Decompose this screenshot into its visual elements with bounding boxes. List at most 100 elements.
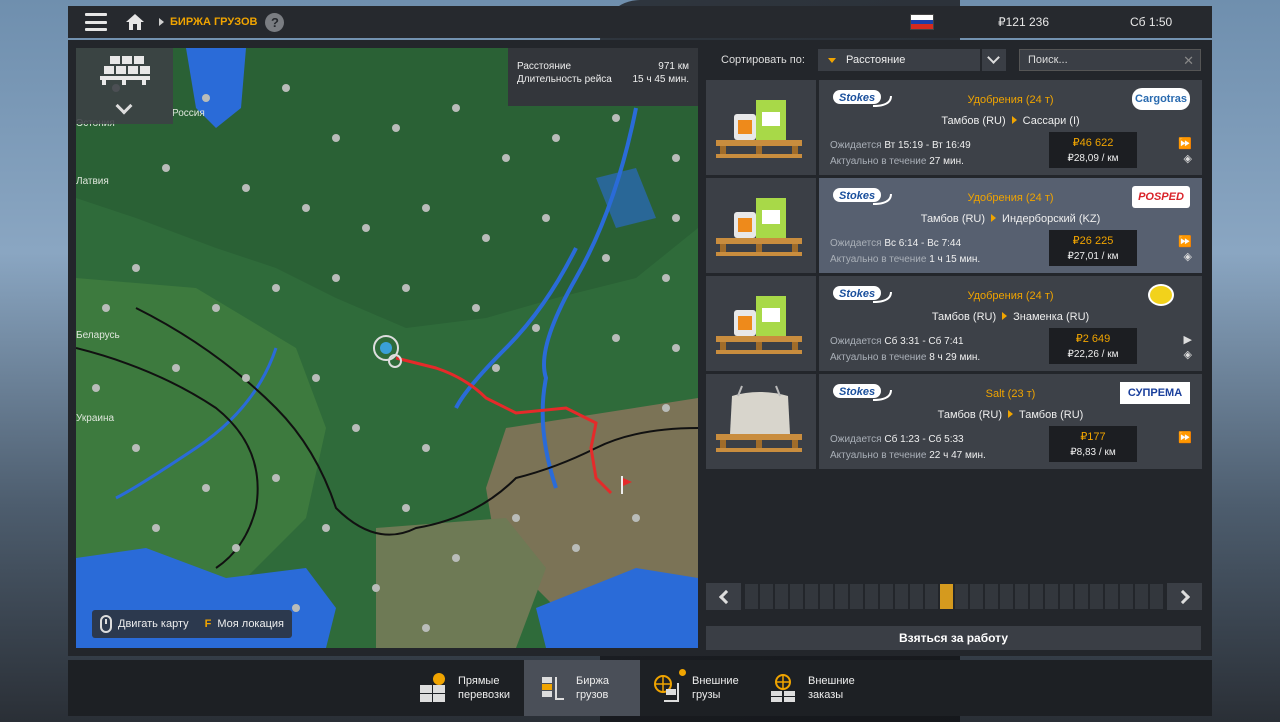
distance-label: Расстояние — [517, 61, 572, 72]
fertilizer-cargo-icon — [706, 276, 816, 371]
map-label-belarus: Беларусь — [76, 330, 120, 341]
page-indicator[interactable] — [865, 584, 878, 609]
page-indicator[interactable] — [790, 584, 803, 609]
page-indicator[interactable] — [745, 584, 758, 609]
move-map-label[interactable]: Двигать карту — [118, 618, 189, 630]
price-total: ₽177 — [1080, 431, 1106, 443]
chevron-down-icon[interactable] — [982, 49, 1006, 71]
cargo-panel-toggle[interactable] — [76, 48, 173, 124]
route-from: Тамбов (RU) — [920, 213, 986, 225]
page-indicator[interactable] — [1030, 584, 1043, 609]
help-button[interactable]: ? — [265, 12, 285, 32]
page-indicator[interactable] — [835, 584, 848, 609]
expected-time: Вт 15:19 - Вт 16:49 — [884, 140, 971, 151]
duration-label: Длительность рейса — [517, 74, 612, 85]
page-indicator[interactable] — [940, 584, 953, 609]
next-page-button[interactable] — [1167, 583, 1202, 610]
job-schedule: Ожидается Вт 15:19 - Вт 16:49 Актуально … — [830, 138, 971, 170]
job-card[interactable]: Stokes Удобрения (24 т) Тамбов (RU) Знаме… — [706, 276, 1202, 371]
page-indicator[interactable] — [895, 584, 908, 609]
route-to: Знаменка (RU) — [1013, 311, 1090, 323]
fast-forward-icon: ⏩ — [1178, 432, 1192, 444]
job-card[interactable]: Stokes Удобрения (24 т) POSPED Тамбов (R… — [706, 178, 1202, 273]
page-indicator[interactable] — [1045, 584, 1058, 609]
page-indicator[interactable] — [775, 584, 788, 609]
menu-icon[interactable] — [85, 13, 107, 31]
route-from: Тамбов (RU) — [931, 311, 997, 323]
fertilizer-cargo-icon — [706, 178, 816, 273]
tab-external-contracts[interactable]: Внешние заказы — [756, 660, 872, 716]
job-schedule: Ожидается Сб 3:31 - Сб 7:41 Актуально в … — [830, 334, 980, 366]
job-info[interactable]: Stokes Удобрения (24 т) Cargotras Тамбов… — [819, 80, 1202, 175]
page-indicator[interactable] — [760, 584, 773, 609]
tab-direct-freight[interactable]: Прямые перевозки — [406, 660, 522, 716]
route-to: Сассари (I) — [1022, 115, 1080, 127]
tab-freight-market[interactable]: Биржа грузов — [524, 660, 640, 716]
sort-dropdown[interactable]: Расстояние — [818, 49, 980, 71]
company-logo: Cargotras — [1132, 88, 1190, 110]
main-panel: Эстония Россия Латвия Беларусь Украина Р… — [68, 40, 1212, 656]
company-logo — [1148, 284, 1174, 306]
chevron-down-icon — [115, 97, 133, 115]
duration-value: 15 ч 45 мин. — [632, 74, 689, 85]
job-schedule: Ожидается Сб 1:23 - Сб 5:33 Актуально в … — [830, 432, 986, 464]
route-from: Тамбов (RU) — [937, 409, 1002, 421]
sort-label: Сортировать по: — [721, 54, 805, 66]
expected-label: Ожидается — [830, 140, 882, 151]
job-price: ₽46 622 ₽28,09 / км — [1049, 132, 1137, 168]
sort-selected: Расстояние — [846, 54, 906, 66]
my-location-label[interactable]: Моя локация — [217, 618, 284, 630]
route-map[interactable]: Эстония Россия Латвия Беларусь Украина Р… — [76, 48, 698, 648]
page-indicator[interactable] — [1150, 584, 1163, 609]
expected-label: Ожидается — [830, 434, 882, 445]
page-indicator[interactable] — [970, 584, 983, 609]
tab-external-cargo[interactable]: Внешние грузы — [640, 660, 756, 716]
page-indicator[interactable] — [910, 584, 923, 609]
page-indicator[interactable] — [1105, 584, 1118, 609]
page-indicator[interactable] — [850, 584, 863, 609]
page-indicator[interactable] — [880, 584, 893, 609]
search-input[interactable]: Поиск... ✕ — [1019, 49, 1201, 71]
route-from: Тамбов (RU) — [941, 115, 1006, 127]
valid-label: Актуально в течение — [830, 254, 927, 265]
page-indicator[interactable] — [1075, 584, 1088, 609]
page-indicator[interactable] — [1015, 584, 1028, 609]
money-balance: ₽121 236 — [998, 15, 1050, 29]
pallet-boxes-icon — [100, 56, 150, 85]
sort-direction-icon — [828, 57, 836, 63]
page-indicator[interactable] — [820, 584, 833, 609]
job-card[interactable]: Stokes Salt (23 т) СУПРЕМА Тамбов (RU) Та… — [706, 374, 1202, 469]
job-info[interactable]: Stokes Удобрения (24 т) Тамбов (RU) Знаме… — [819, 276, 1202, 371]
fertilizer-cargo-icon — [706, 80, 816, 175]
prev-page-button[interactable] — [706, 583, 741, 610]
job-info[interactable]: Stokes Salt (23 т) СУПРЕМА Тамбов (RU) Та… — [819, 374, 1202, 469]
mouse-icon — [100, 615, 112, 633]
take-job-button[interactable]: Взяться за работу — [706, 626, 1201, 650]
search-placeholder: Поиск... — [1028, 54, 1068, 66]
job-info[interactable]: Stokes Удобрения (24 т) POSPED Тамбов (R… — [819, 178, 1202, 273]
page-indicator[interactable] — [925, 584, 938, 609]
breadcrumb[interactable]: БИРЖА ГРУЗОВ — [170, 16, 257, 28]
page-indicator[interactable] — [985, 584, 998, 609]
cargo-name: Удобрения (24 т) — [967, 290, 1054, 302]
valid-label: Актуально в течение — [830, 352, 927, 363]
page-indicator[interactable] — [805, 584, 818, 609]
page-indicator[interactable] — [1000, 584, 1013, 609]
home-icon[interactable] — [125, 13, 145, 31]
fast-forward-icon: ⏩ — [1178, 138, 1192, 150]
valid-time: 1 ч 15 мин. — [929, 254, 981, 265]
page-indicator[interactable] — [1120, 584, 1133, 609]
route-arrow-icon — [1011, 116, 1017, 124]
page-indicator[interactable] — [955, 584, 968, 609]
page-indicator[interactable] — [1060, 584, 1073, 609]
job-card[interactable]: Stokes Удобрения (24 т) Cargotras Тамбов… — [706, 80, 1202, 175]
destination-flag-icon — [621, 476, 623, 494]
price-per-km: ₽8,83 / км — [1070, 447, 1116, 458]
page-indicator[interactable] — [1135, 584, 1148, 609]
distance-value: 971 км — [658, 61, 689, 72]
company-logo: СУПРЕМА — [1120, 382, 1190, 404]
job-route: Тамбов (RU) Сассари (I) — [819, 115, 1202, 127]
valid-time: 27 мин. — [929, 156, 964, 167]
clear-icon[interactable]: ✕ — [1183, 53, 1194, 69]
page-indicator[interactable] — [1090, 584, 1103, 609]
